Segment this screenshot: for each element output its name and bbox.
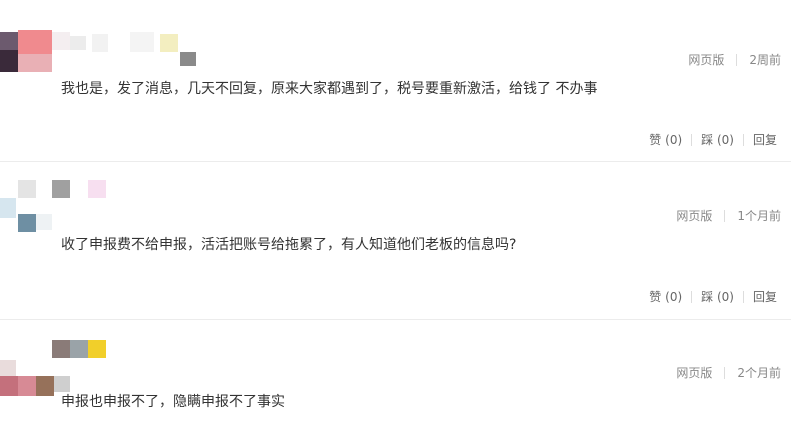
comment-item: 网页版 1个月前 收了申报费不给申报，活活把账号给拖累了，有人知道他们老板的信息…: [0, 162, 791, 320]
dislike-label: 踩: [701, 133, 714, 147]
timestamp: 1个月前: [737, 209, 781, 223]
like-label: 赞: [649, 133, 662, 147]
comment-text: 收了申报费不给申报，活活把账号给拖累了，有人知道他们老板的信息吗?: [61, 237, 517, 253]
like-count: (0): [665, 133, 683, 147]
like-label: 赞: [649, 290, 662, 304]
like-count: (0): [665, 290, 683, 304]
dislike-label: 踩: [701, 290, 714, 304]
meta-divider: [724, 366, 726, 379]
comment-actions: 赞 (0) 踩 (0) 回复: [649, 131, 777, 148]
comment-meta: 网页版 1个月前: [676, 207, 781, 224]
avatar[interactable]: [0, 30, 200, 75]
dislike-button[interactable]: 踩 (0): [701, 131, 734, 148]
dislike-button[interactable]: 踩 (0): [701, 288, 734, 305]
meta-divider: [736, 53, 738, 66]
timestamp: 2个月前: [737, 366, 781, 380]
platform-label: 网页版: [688, 53, 725, 67]
comment-meta: 网页版 2个月前: [676, 364, 781, 381]
reply-button[interactable]: 回复: [753, 131, 777, 148]
platform-label: 网页版: [676, 366, 713, 380]
comment-actions: 赞 (0) 踩 (0) 回复: [649, 288, 777, 305]
comment-text: 我也是，发了消息，几天不回复，原来大家都遇到了，税号要重新激活，给钱了 不办事: [61, 81, 598, 97]
action-divider: [742, 133, 744, 146]
meta-divider: [724, 209, 726, 222]
comment-text: 申报也申报不了，隐瞒申报不了事实: [61, 394, 285, 410]
dislike-count: (0): [716, 133, 734, 147]
like-button[interactable]: 赞 (0): [649, 131, 682, 148]
reply-button[interactable]: 回复: [753, 288, 777, 305]
comment-meta: 网页版 2周前: [688, 51, 781, 68]
action-divider: [691, 133, 693, 146]
action-divider: [691, 290, 693, 303]
timestamp: 2周前: [749, 53, 781, 67]
platform-label: 网页版: [676, 209, 713, 223]
action-divider: [742, 290, 744, 303]
dislike-count: (0): [716, 290, 734, 304]
comment-item: 网页版 2周前 我也是，发了消息，几天不回复，原来大家都遇到了，税号要重新激活，…: [0, 0, 791, 160]
like-button[interactable]: 赞 (0): [649, 288, 682, 305]
avatar[interactable]: [0, 176, 130, 236]
comment-item: 网页版 2个月前 申报也申报不了，隐瞒申报不了事实: [0, 320, 791, 422]
